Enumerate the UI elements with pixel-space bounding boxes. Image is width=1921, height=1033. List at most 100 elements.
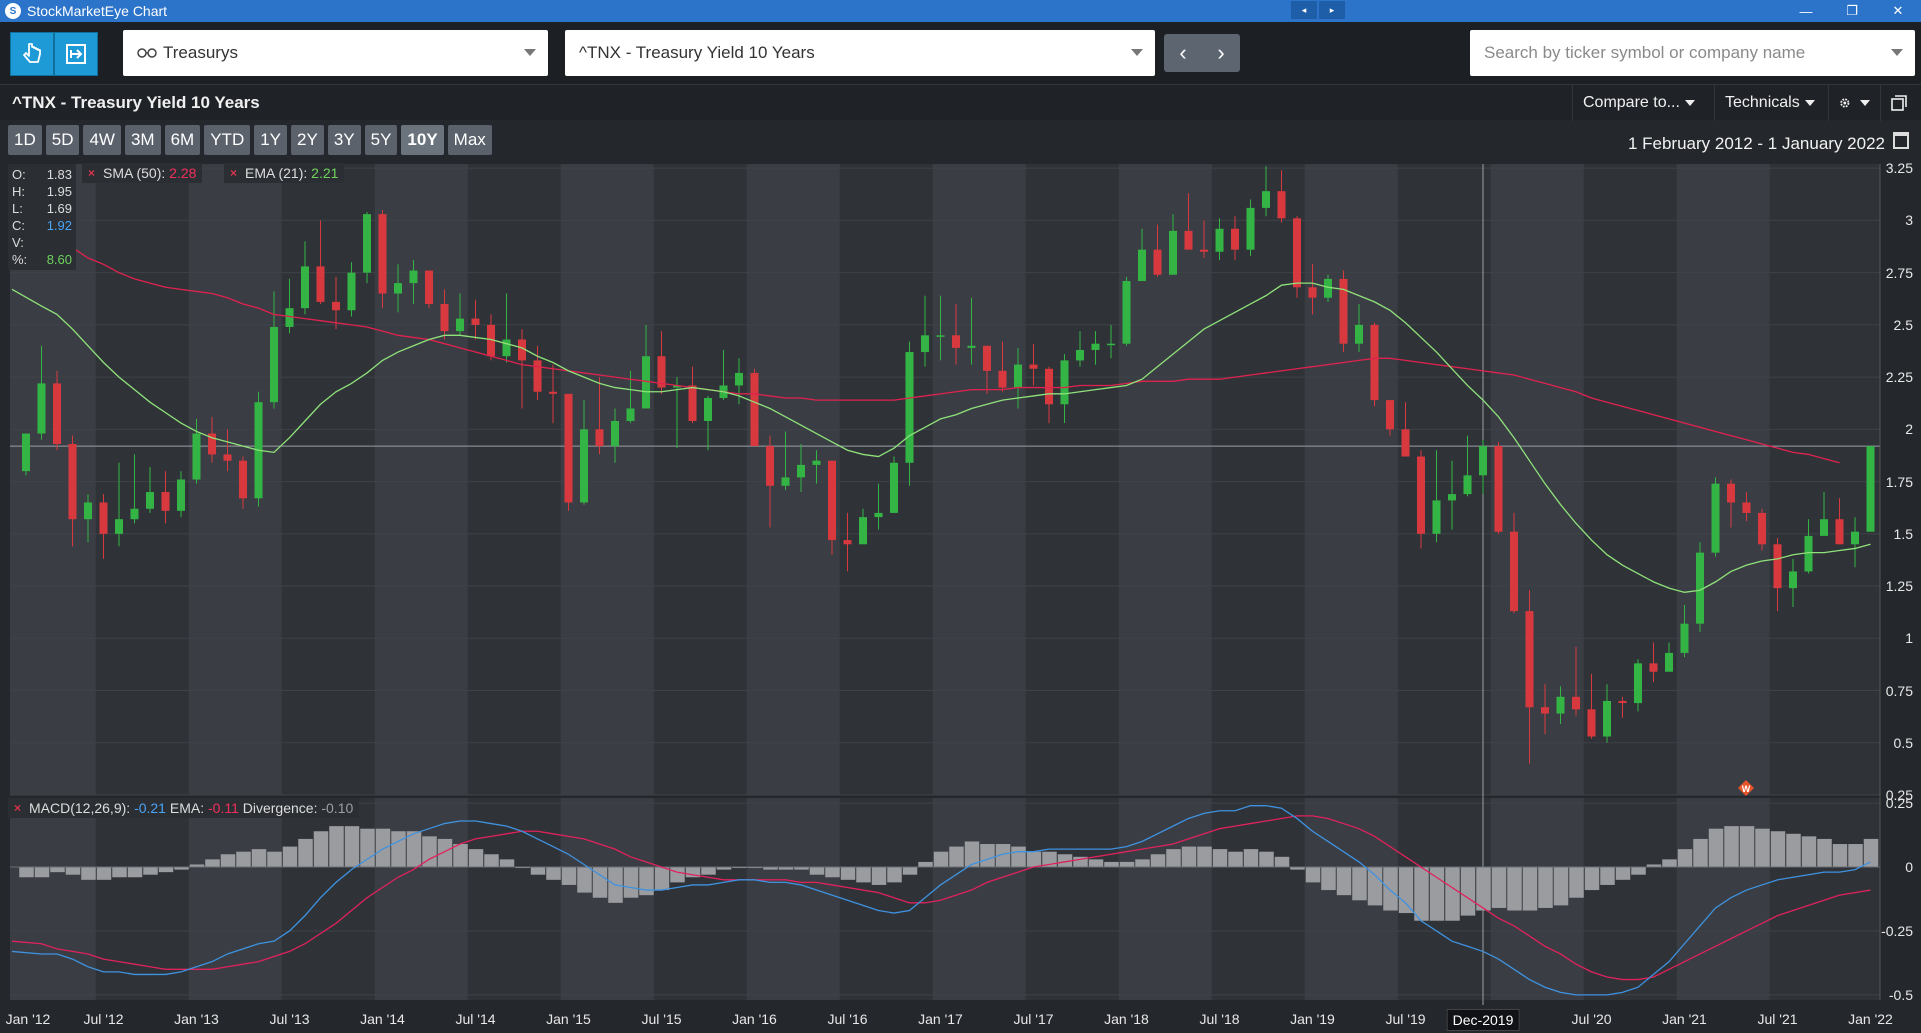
histogram-bar (1832, 844, 1848, 868)
time-band (1118, 798, 1212, 1000)
histogram-bar (623, 867, 639, 898)
histogram-bar (856, 867, 871, 883)
price-tick-label: 0.75 (1885, 682, 1913, 699)
candle[interactable] (1696, 542, 1704, 633)
time-band (746, 164, 840, 795)
histogram-bar (143, 867, 158, 875)
sma-label: SMA (50): (103, 165, 166, 181)
candle[interactable] (425, 270, 433, 309)
ema-value: 2.21 (311, 165, 339, 181)
histogram-bar (1848, 844, 1863, 868)
price-tick-label: 1.25 (1885, 578, 1913, 595)
time-band (932, 798, 1026, 1000)
candle[interactable] (1758, 508, 1766, 551)
candle[interactable] (1293, 216, 1301, 298)
candle[interactable] (378, 209, 387, 309)
candle[interactable] (1122, 276, 1131, 346)
histogram-bar (561, 867, 577, 885)
histogram-bar (96, 867, 112, 880)
candle[interactable] (1339, 270, 1348, 353)
x-tick-label: Jan '12 (5, 1011, 51, 1027)
candle[interactable] (1711, 477, 1720, 557)
histogram-bar (81, 867, 96, 880)
histogram-bar (484, 854, 499, 868)
histogram-bar (1693, 838, 1708, 868)
ohlc-panel: O: 1.83 H: 1.95 L: 1.69 C: 1.92 V: %: 8.60 (8, 164, 76, 270)
histogram-bar (546, 867, 561, 880)
histogram-bar (453, 844, 468, 868)
price-chart[interactable]: W (0, 0, 1921, 1033)
histogram-bar (1600, 867, 1615, 885)
histogram-bar (1662, 859, 1677, 868)
macd-indicator-tag: × MACD(12,26,9): -0.21 EMA: -0.11 Diverg… (8, 798, 360, 818)
price-tick-label: 1.5 (1893, 525, 1913, 542)
histogram-bar (840, 867, 856, 880)
histogram-bar (344, 826, 360, 868)
remove-ema-icon[interactable]: × (230, 166, 237, 180)
histogram-bar (1398, 867, 1414, 914)
histogram-bar (1166, 849, 1181, 868)
histogram-bar (980, 844, 995, 868)
x-tick-label: Jul '19 (1385, 1011, 1426, 1027)
x-tick-label: Jan '19 (1290, 1011, 1335, 1027)
candle[interactable] (564, 393, 573, 511)
close-value: 1.92 (46, 218, 72, 233)
high-label: H: (12, 184, 25, 199)
histogram-bar (267, 851, 282, 868)
histogram-bar (127, 867, 143, 878)
histogram-bar (1677, 849, 1693, 868)
macd-tick-label: -0.5 (1888, 986, 1913, 1003)
x-tick-label: Jul '17 (1013, 1011, 1054, 1027)
histogram-bar (1305, 867, 1321, 883)
time-band (1490, 164, 1584, 795)
candle[interactable] (22, 433, 30, 476)
histogram-bar (1708, 828, 1724, 868)
close-label: C: (12, 218, 25, 233)
histogram-bar (701, 867, 716, 875)
histogram-bar (468, 849, 484, 868)
candle[interactable] (890, 456, 898, 513)
candle[interactable] (1370, 322, 1379, 407)
candle[interactable] (1417, 450, 1425, 549)
histogram-bar (1088, 859, 1104, 868)
histogram-bar (236, 851, 251, 868)
remove-sma-icon[interactable]: × (88, 166, 95, 180)
macd-tick-label: 0.25 (1885, 795, 1913, 812)
macd-label: MACD(12,26,9): (29, 800, 131, 816)
histogram-bar (1507, 867, 1522, 911)
x-tick-label: Jan '15 (546, 1011, 591, 1027)
histogram-bar (1724, 826, 1739, 868)
remove-macd-icon[interactable]: × (14, 801, 21, 815)
histogram-bar (887, 867, 902, 883)
histogram-bar (1026, 851, 1042, 868)
candle[interactable] (1246, 199, 1255, 256)
histogram-bar (1615, 867, 1631, 880)
time-band (746, 798, 840, 1000)
x-tick-label: Jul '20 (1571, 1011, 1612, 1027)
histogram-bar (1119, 861, 1135, 868)
histogram-bar (1429, 867, 1445, 921)
price-tick-label: 1.75 (1885, 473, 1913, 490)
histogram-bar (1770, 831, 1786, 868)
candle[interactable] (363, 212, 371, 284)
candle[interactable] (1866, 446, 1875, 532)
x-tick-label: Jan '16 (732, 1011, 777, 1027)
candle[interactable] (1494, 441, 1503, 534)
macd-ema-value: -0.11 (208, 800, 239, 816)
time-band (374, 798, 468, 1000)
histogram-bar (530, 867, 546, 875)
macd-tick-label: -0.25 (1881, 922, 1913, 939)
histogram-bar (65, 867, 81, 875)
candle[interactable] (750, 368, 759, 447)
histogram-bar (1538, 867, 1553, 908)
histogram-bar (112, 867, 127, 878)
histogram-bar (1786, 833, 1801, 868)
percent-value: 8.60 (46, 252, 72, 267)
histogram-bar (654, 867, 670, 891)
histogram-bar (577, 867, 592, 893)
histogram-bar (871, 867, 887, 885)
volume-label: V: (12, 235, 24, 250)
histogram-bar (1414, 867, 1429, 921)
histogram-bar (360, 828, 375, 868)
low-label: L: (12, 201, 23, 216)
